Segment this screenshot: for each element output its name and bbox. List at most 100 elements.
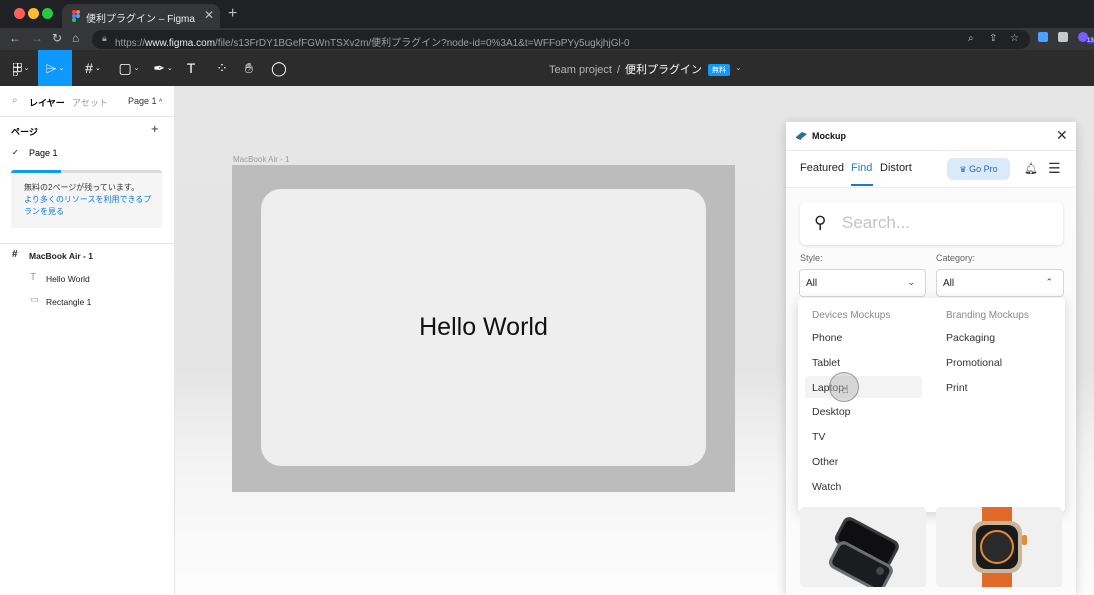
move-tool-button[interactable]: ⌲ ⌄: [38, 50, 72, 86]
file-name: 便利プラグイン: [625, 64, 703, 76]
new-tab-button[interactable]: +: [228, 5, 237, 23]
option-other[interactable]: Other: [812, 456, 838, 468]
browser-tab-active[interactable]: 便利プラグイン – Figma ✕: [62, 4, 220, 28]
text-icon: T: [30, 272, 37, 283]
mockup-thumbnail-phone[interactable]: [800, 507, 926, 587]
window-zoom-button[interactable]: [42, 8, 53, 19]
chevron-down-icon[interactable]: ⌄: [735, 63, 742, 72]
hand-tool-button[interactable]: ✋︎: [232, 50, 266, 86]
browser-tab-bar: 便利プラグイン – Figma ✕ +: [0, 0, 1094, 28]
window-minimize-button[interactable]: [28, 8, 39, 19]
comment-tool-button[interactable]: ◯: [262, 50, 296, 86]
resources-icon: ⁘: [216, 60, 228, 76]
layer-rectangle-1[interactable]: Rectangle 1: [46, 297, 91, 307]
plugin-title: Mockup: [812, 131, 847, 141]
go-pro-button[interactable]: ♛ Go Pro: [947, 158, 1010, 180]
frame-label[interactable]: MacBook Air - 1: [233, 155, 289, 164]
category-select[interactable]: All ⌃: [936, 269, 1064, 297]
forward-arrow-icon[interactable]: →: [31, 31, 43, 45]
mockup-plugin-window: Mockup ✕ Featured Find Distort ♛ Go Pro …: [786, 122, 1076, 595]
bell-icon[interactable]: 🔔︎: [1024, 162, 1038, 175]
bookmark-star-icon[interactable]: ☆: [1010, 33, 1019, 44]
tab-distort[interactable]: Distort: [880, 162, 912, 174]
comment-icon: ◯: [271, 60, 287, 76]
extension-count-badge: 13: [1086, 38, 1094, 44]
chevron-down-icon: ⌄: [907, 277, 915, 287]
page-selector[interactable]: Page 1 ^: [128, 96, 162, 106]
rectangle-icon: ▢: [118, 60, 132, 76]
search-icon: ⚲: [814, 213, 827, 232]
layer-macbook-air[interactable]: MacBook Air - 1: [29, 251, 93, 261]
hand-icon: ✋︎: [245, 60, 253, 76]
check-icon: ✓: [12, 148, 19, 157]
back-arrow-icon[interactable]: ←: [9, 31, 21, 45]
move-cursor-icon: ⌲: [45, 60, 57, 76]
pointer-hand-icon: ☝︎: [842, 384, 849, 396]
layer-hello-world[interactable]: Hello World: [46, 274, 90, 284]
team-name: Team project: [549, 64, 612, 76]
chevron-up-icon: ^: [159, 99, 163, 106]
figma-menu-icon: [12, 62, 22, 77]
zoom-icon[interactable]: ⌕: [968, 33, 974, 44]
pages-heading: ページ: [11, 127, 38, 137]
extension-icon[interactable]: [1058, 32, 1068, 42]
style-value: All: [806, 278, 818, 289]
figma-favicon-icon: [72, 10, 80, 22]
tab-featured[interactable]: Featured: [800, 162, 844, 174]
option-print[interactable]: Print: [946, 382, 968, 394]
tab-find[interactable]: Find: [851, 162, 872, 174]
hamburger-menu-icon[interactable]: ☰: [1048, 160, 1061, 177]
tab-close-icon[interactable]: ✕: [204, 8, 214, 22]
upsell-link[interactable]: より多くのリソースを利用できるプランを見る: [24, 194, 154, 218]
tab-assets[interactable]: アセット: [72, 96, 108, 109]
rectangle-1[interactable]: Hello World: [261, 189, 706, 466]
search-field[interactable]: ⚲: [800, 202, 1063, 245]
devices-mockups-heading: Devices Mockups: [812, 310, 891, 321]
hello-world-text[interactable]: Hello World: [261, 313, 706, 342]
pages-usage-fill: [11, 170, 61, 173]
option-packaging[interactable]: Packaging: [946, 332, 995, 344]
text-icon: T: [186, 60, 196, 76]
close-icon[interactable]: ✕: [1056, 127, 1068, 144]
url-text: https://www.figma.com/file/s13FrDY1BGefF…: [115, 38, 630, 49]
chevron-up-icon: ⌃: [1045, 277, 1053, 287]
shape-tool-button[interactable]: ▢ ⌄: [112, 50, 146, 86]
mockup-thumbnail-watch[interactable]: [936, 507, 1062, 587]
option-tablet[interactable]: Tablet: [812, 357, 840, 369]
option-watch[interactable]: Watch: [812, 481, 841, 493]
option-phone[interactable]: Phone: [812, 332, 842, 344]
upsell-card: 無料の2ページが残っています。 より多くのリソースを利用できるプランを見る: [11, 170, 162, 228]
divider: [0, 116, 175, 117]
search-input[interactable]: [842, 210, 1052, 236]
search-icon[interactable]: ⌕: [12, 95, 18, 106]
mockup-logo-icon: [796, 132, 807, 140]
home-icon[interactable]: ⌂: [72, 31, 79, 45]
divider: [0, 243, 175, 244]
window-close-button[interactable]: [14, 8, 25, 19]
iphone-mockup-image: [828, 517, 899, 587]
option-desktop[interactable]: Desktop: [812, 406, 851, 418]
page-item-page-1[interactable]: Page 1: [29, 148, 58, 158]
tab-layers[interactable]: レイヤー: [29, 96, 65, 109]
category-value: All: [943, 278, 955, 289]
pen-icon: ✒︎: [153, 60, 165, 76]
layers-panel: ⌕ レイヤー アセット Page 1 ^ ページ + ✓ Page 1 無料の2…: [0, 86, 175, 595]
extension-icon[interactable]: [1038, 32, 1048, 42]
rectangle-icon: ▭: [30, 294, 39, 304]
macbook-air-frame[interactable]: Hello World: [232, 165, 735, 492]
option-promotional[interactable]: Promotional: [946, 357, 1002, 369]
main-menu-button[interactable]: ⌄: [4, 50, 38, 86]
upsell-text: 無料の2ページが残っています。: [24, 183, 140, 192]
text-tool-button[interactable]: T: [174, 50, 208, 86]
style-select[interactable]: All ⌄: [799, 269, 926, 297]
file-breadcrumb[interactable]: Team project / 便利プラグイン 無料: [549, 61, 731, 77]
add-page-button[interactable]: +: [151, 121, 159, 136]
option-tv[interactable]: TV: [812, 431, 825, 443]
tab-title: 便利プラグイン – Figma: [86, 14, 195, 25]
watch-mockup-image: [972, 507, 1027, 587]
frame-tool-button[interactable]: # ⌄: [76, 50, 110, 86]
share-icon[interactable]: ⇪: [989, 33, 997, 44]
url-field[interactable]: 🔒︎ https://www.figma.com/file/s13FrDY1BG…: [92, 30, 1030, 49]
figma-toolbar: ⌄ ⌲ ⌄ # ⌄ ▢ ⌄ ✒︎ ⌄ T ⁘ ✋︎ ◯ Team project / 便利プ…: [0, 50, 1094, 86]
reload-icon[interactable]: ↻: [52, 31, 62, 45]
